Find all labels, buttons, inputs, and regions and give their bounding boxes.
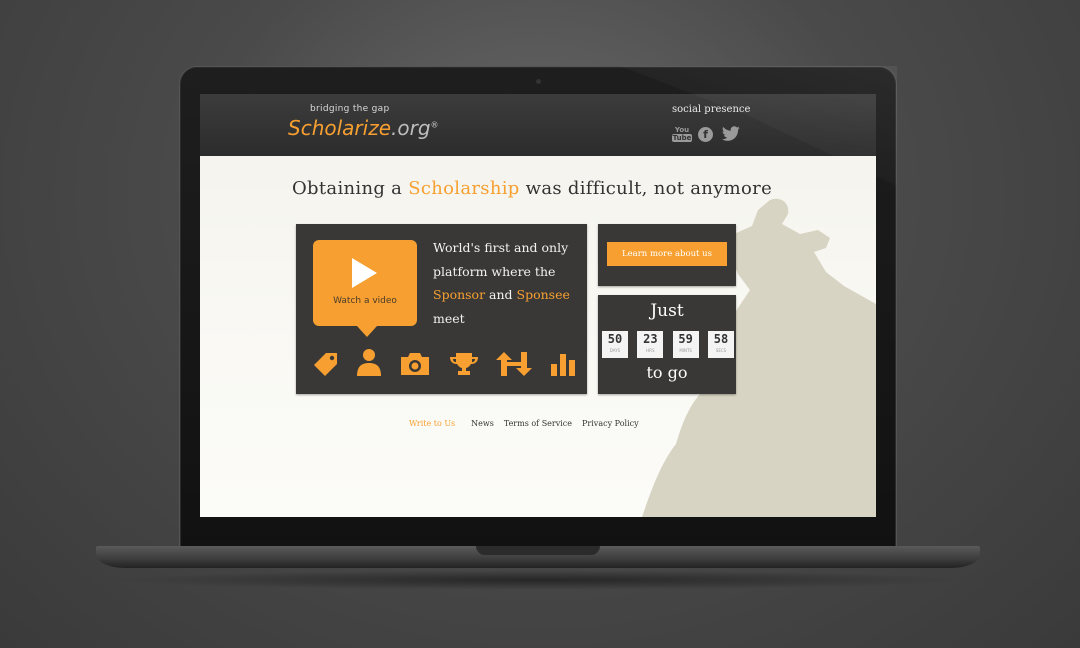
exchange-icon[interactable] [496, 352, 533, 376]
pitch-text: World's first and only platform where th… [433, 240, 570, 326]
countdown-days: 50 DAYS [602, 331, 628, 358]
countdown-suffix: to go [646, 363, 688, 382]
learn-more-button[interactable]: Learn more about us [607, 242, 727, 266]
countdown-card: Just 50 DAYS 23 HRS 59 MINTS 58 SECS to go [598, 295, 736, 394]
footer-link-news[interactable]: News [471, 419, 494, 428]
footer-link-terms[interactable]: Terms of Service [504, 419, 572, 428]
person-icon[interactable] [356, 348, 382, 376]
youtube-icon[interactable]: You Tube [671, 126, 693, 142]
footer-link-write-to-us[interactable]: Write to Us [409, 419, 455, 428]
countdown-minutes: 59 MINTS [672, 331, 699, 358]
site-header: bridging the gap Scholarize.org® social … [200, 94, 876, 156]
website-screen: bridging the gap Scholarize.org® social … [200, 94, 876, 517]
countdown-hours: 23 HRS [637, 331, 664, 358]
intro-card: Watch a video World's first and only pla… [296, 224, 587, 394]
countdown-timer: 50 DAYS 23 HRS 59 MINTS 58 SECS [602, 331, 734, 358]
laptop-notch [476, 546, 600, 555]
watch-video-label: Watch a video [333, 296, 397, 306]
social-icons: You Tube f [671, 126, 741, 142]
watch-video-button[interactable]: Watch a video [313, 240, 417, 337]
countdown-seconds: 58 SECS [707, 331, 734, 358]
facebook-icon[interactable]: f [698, 126, 713, 142]
webcam [536, 79, 541, 84]
logo-tagline: bridging the gap [310, 104, 390, 114]
tag-icon[interactable] [314, 352, 338, 376]
laptop-shadow [110, 570, 970, 590]
feature-icon-row [314, 348, 576, 376]
twitter-icon[interactable] [721, 126, 741, 142]
social-label: social presence [672, 104, 751, 115]
footer-links: Write to Us News Terms of Service Privac… [409, 419, 639, 428]
trophy-icon[interactable] [449, 352, 479, 376]
logo-wordmark: Scholarize.org® [288, 116, 439, 140]
footer-link-privacy[interactable]: Privacy Policy [582, 419, 639, 428]
camera-icon[interactable] [399, 352, 431, 376]
countdown-prefix: Just [650, 301, 684, 321]
logo[interactable]: bridging the gap Scholarize.org® [288, 104, 439, 150]
page-headline: Obtaining a Scholarship was difficult, n… [292, 178, 773, 199]
bar-chart-icon[interactable] [550, 352, 576, 376]
play-icon [352, 258, 377, 288]
about-card: Learn more about us [598, 224, 736, 286]
